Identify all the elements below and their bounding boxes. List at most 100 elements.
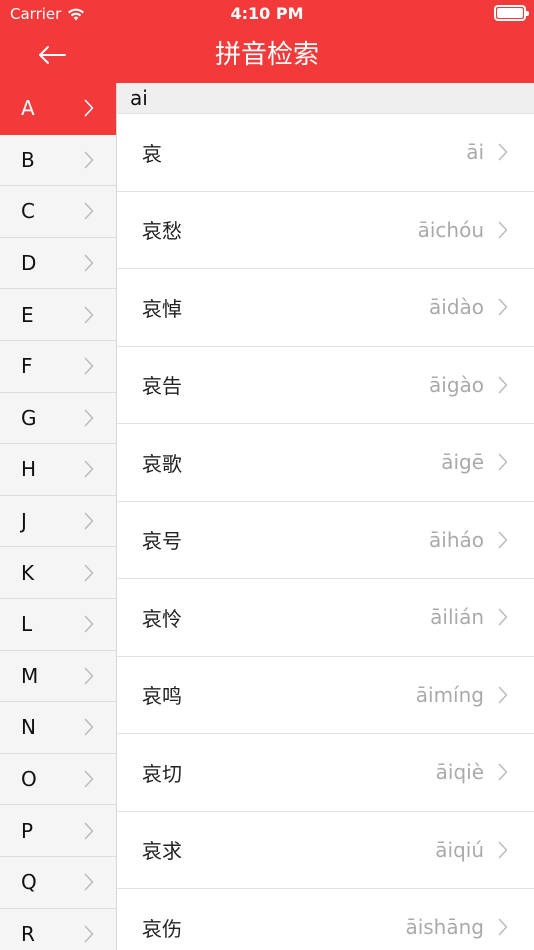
sidebar-letter-label: K (21, 560, 35, 585)
word-row[interactable]: 哀告 āigào (117, 347, 534, 424)
word-text: 哀求 (142, 839, 182, 864)
sidebar-letter-p[interactable]: P (0, 805, 116, 857)
sidebar-letter-k[interactable]: K (0, 547, 116, 599)
word-text: 哀歌 (142, 451, 182, 476)
word-text: 哀怜 (142, 606, 182, 631)
chevron-right-icon (84, 667, 94, 685)
pinyin-text: āiháo (429, 527, 484, 552)
chevron-right-icon (84, 357, 94, 375)
word-row[interactable]: 哀 āi (117, 114, 534, 192)
word-row[interactable]: 哀求 āiqiú (117, 812, 534, 889)
sidebar-letter-e[interactable]: E (0, 289, 116, 341)
chevron-right-icon (498, 221, 508, 239)
word-text: 哀 (142, 141, 162, 166)
word-text: 哀悼 (142, 296, 182, 321)
pinyin-text: āimíng (415, 682, 484, 707)
sidebar-letter-l[interactable]: L (0, 599, 116, 651)
pinyin-text: āigē (441, 450, 484, 475)
chevron-right-icon (84, 770, 94, 788)
pinyin-text: āishāng (405, 915, 484, 940)
sidebar-letter-label: H (21, 457, 37, 482)
sidebar-letter-n[interactable]: N (0, 702, 116, 754)
word-row[interactable]: 哀怜 āilián (117, 579, 534, 657)
sidebar-letter-label: B (21, 147, 35, 172)
sidebar-letter-g[interactable]: G (0, 393, 116, 445)
sidebar-letter-label: C (21, 199, 35, 224)
chevron-right-icon (498, 298, 508, 316)
chevron-right-icon (498, 376, 508, 394)
pinyin-text: āidào (429, 295, 484, 320)
word-text: 哀切 (142, 761, 182, 786)
status-time: 4:10 PM (230, 4, 304, 23)
sidebar-letter-o[interactable]: O (0, 754, 116, 806)
chevron-right-icon (84, 151, 94, 169)
word-row[interactable]: 哀歌 āigē (117, 424, 534, 502)
battery-icon (494, 5, 529, 21)
sidebar-letter-label: G (21, 405, 37, 430)
word-text: 哀告 (142, 374, 182, 399)
sidebar-letter-j[interactable]: J (0, 496, 116, 548)
word-text: 哀愁 (142, 219, 182, 244)
word-list: ai 哀 āi 哀愁 āichóu 哀悼 āidào 哀告 āigào 哀歌 āigē 哀号 āihá… (117, 83, 534, 950)
chevron-right-icon (84, 719, 94, 736)
chevron-right-icon (498, 608, 508, 626)
sidebar-letter-c[interactable]: C (0, 186, 116, 238)
word-text: 哀号 (142, 529, 182, 554)
chevron-right-icon (498, 686, 508, 704)
battery-level (497, 8, 523, 18)
word-text: 哀鸣 (142, 684, 182, 709)
word-row[interactable]: 哀号 āiháo (117, 502, 534, 579)
word-row[interactable]: 哀伤 āishāng (117, 889, 534, 950)
word-row[interactable]: 哀切 āiqiè (117, 734, 534, 812)
chevron-right-icon (84, 822, 94, 839)
section-header: ai (117, 83, 534, 114)
sidebar-letter-label: F (21, 354, 33, 379)
page-title: 拼音检索 (214, 40, 319, 70)
chevron-right-icon (84, 925, 94, 943)
chevron-right-icon (498, 143, 508, 161)
pinyin-text: āichóu (417, 217, 484, 242)
word-row[interactable]: 哀愁 āichóu (117, 192, 534, 269)
sidebar-letter-b[interactable]: B (0, 135, 116, 187)
sidebar-letter-label: N (21, 715, 36, 740)
sidebar-letter-label: R (21, 921, 35, 946)
pinyin-text: āilián (430, 605, 484, 630)
word-row[interactable]: 哀悼 āidào (117, 269, 534, 347)
sidebar-letter-m[interactable]: M (0, 651, 116, 703)
chevron-right-icon (84, 99, 94, 117)
chevron-right-icon (498, 531, 508, 549)
pinyin-text: āiqiú (435, 837, 484, 862)
sidebar-letter-q[interactable]: Q (0, 857, 116, 909)
sidebar-letter-label: L (21, 612, 33, 637)
chevron-right-icon (498, 841, 508, 859)
word-text: 哀伤 (142, 916, 182, 941)
pinyin-text: āigào (429, 372, 484, 397)
sidebar-letter-label: D (21, 251, 37, 276)
sidebar-letter-h[interactable]: H (0, 444, 116, 496)
sidebar-letter-label: M (21, 663, 39, 688)
sidebar-letter-label: Q (21, 870, 37, 895)
letter-index-sidebar: A B C D E F G H J K L M N O P Q R (0, 83, 117, 950)
sidebar-letter-label: O (21, 767, 37, 792)
pinyin-text: āiqiè (435, 760, 484, 785)
sidebar-letter-label: J (21, 509, 27, 534)
sidebar-letter-d[interactable]: D (0, 238, 116, 290)
chevron-right-icon (84, 461, 94, 478)
chevron-right-icon (84, 512, 94, 530)
word-rows: 哀 āi 哀愁 āichóu 哀悼 āidào 哀告 āigào 哀歌 āigē 哀号 āiháo 哀怜… (117, 114, 534, 950)
word-row[interactable]: 哀鸣 āimíng (117, 657, 534, 734)
sidebar-letter-label: P (21, 818, 34, 843)
chevron-right-icon (498, 918, 508, 936)
chevron-right-icon (84, 615, 94, 633)
navigation-bar: 拼音检索 (0, 28, 534, 83)
chevron-right-icon (498, 453, 508, 471)
sidebar-letter-a[interactable]: A (0, 83, 116, 135)
sidebar-letter-r[interactable]: R (0, 909, 116, 950)
chevron-right-icon (84, 306, 94, 323)
sidebar-letter-f[interactable]: F (0, 341, 116, 393)
pinyin-text: āi (466, 140, 484, 165)
chevron-right-icon (498, 763, 508, 781)
chevron-right-icon (84, 409, 94, 427)
chevron-right-icon (84, 564, 94, 581)
chevron-right-icon (84, 203, 94, 220)
